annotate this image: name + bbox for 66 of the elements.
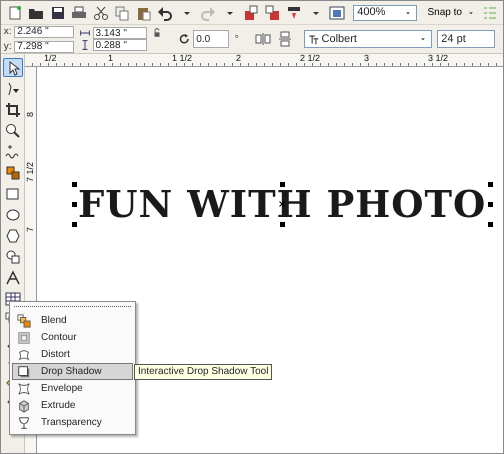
goblet-icon — [17, 416, 31, 430]
ruler-label: 2 — [236, 54, 242, 65]
ruler-label: 1 — [108, 54, 114, 65]
distort-shape-icon — [17, 348, 31, 362]
new-document-icon[interactable] — [6, 4, 22, 20]
mirror-vertical-icon[interactable] — [276, 31, 293, 47]
height-arrow-icon — [80, 40, 90, 50]
center-mark-icon — [278, 200, 286, 208]
font-type-icon — [308, 34, 319, 44]
menu-item[interactable]: Distort — [12, 346, 133, 363]
ruler-label: 3 — [364, 54, 370, 65]
ruler-label: 1 1/2 — [172, 54, 194, 65]
export-icon[interactable] — [264, 4, 280, 20]
full-screen-icon[interactable] — [329, 4, 345, 20]
lock-icon[interactable] — [152, 28, 162, 38]
contour-square-icon — [17, 330, 31, 344]
blend-squares-icon — [17, 314, 31, 328]
canvas-text[interactable]: FUN WITH PHOTO — [74, 184, 490, 224]
selection-handle[interactable] — [488, 222, 494, 227]
import-icon[interactable] — [243, 4, 259, 20]
print-icon[interactable] — [71, 4, 87, 20]
save-icon[interactable] — [50, 4, 66, 20]
ruler-label: 7 — [26, 227, 35, 232]
degree-label: ° — [234, 32, 239, 46]
y-position-field[interactable]: 7.298 " — [14, 40, 74, 52]
mirror-horizontal-icon[interactable] — [255, 31, 272, 47]
drop-shadow-square-icon — [17, 364, 31, 378]
arrow-pointer-icon[interactable] — [2, 58, 22, 77]
menu-item[interactable]: Envelope — [12, 380, 133, 397]
selection-handle[interactable] — [488, 182, 494, 187]
undo-icon[interactable] — [157, 4, 173, 20]
selection-handle[interactable] — [72, 222, 77, 227]
rotate-icon — [178, 33, 191, 45]
tooltip-text: Interactive Drop Shadow Tool — [134, 364, 272, 380]
cube-icon — [17, 398, 31, 412]
font-name: Colbert — [322, 32, 357, 47]
selection-handle[interactable] — [280, 182, 286, 187]
launcher-icon[interactable] — [286, 4, 302, 20]
font-size-field[interactable]: 24 pt — [437, 30, 496, 48]
x-position-field[interactable]: 2.246 " — [14, 26, 74, 38]
selection-handle[interactable] — [72, 202, 77, 207]
field-label: x: — [4, 25, 12, 39]
ruler-label: 2 1/2 — [300, 54, 322, 65]
width-field[interactable]: 3.143 " — [92, 27, 147, 39]
field-label: y: — [4, 40, 12, 54]
menu-item[interactable]: Transparency — [12, 414, 133, 431]
ruler-label: 8 — [26, 112, 35, 118]
menu-item[interactable]: Drop Shadow — [12, 363, 133, 380]
selection-handle[interactable] — [488, 202, 494, 207]
snap-to-button[interactable]: Snap to — [428, 4, 476, 20]
ruler-label: 7 1/2 — [26, 162, 35, 182]
selection-handle[interactable] — [72, 182, 77, 187]
ruler-label: 1/2 — [44, 54, 58, 65]
menu-item[interactable]: Extrude — [12, 397, 133, 414]
zoom-dropdown[interactable]: 400% — [353, 4, 417, 20]
font-dropdown[interactable]: Colbert — [304, 30, 432, 48]
scissors-icon[interactable] — [92, 4, 108, 20]
copy-icon[interactable] — [114, 4, 130, 20]
width-arrow-icon — [80, 28, 90, 38]
height-field[interactable]: 0.288 " — [92, 39, 147, 51]
envelope-shape-icon — [17, 382, 31, 396]
selection-handle[interactable] — [280, 222, 286, 227]
menu-item[interactable]: Contour — [12, 329, 133, 346]
rotation-field[interactable]: 0.0 — [193, 30, 230, 48]
ruler-label: 3 1/2 — [428, 54, 450, 65]
menu-item[interactable]: Blend — [12, 312, 133, 329]
